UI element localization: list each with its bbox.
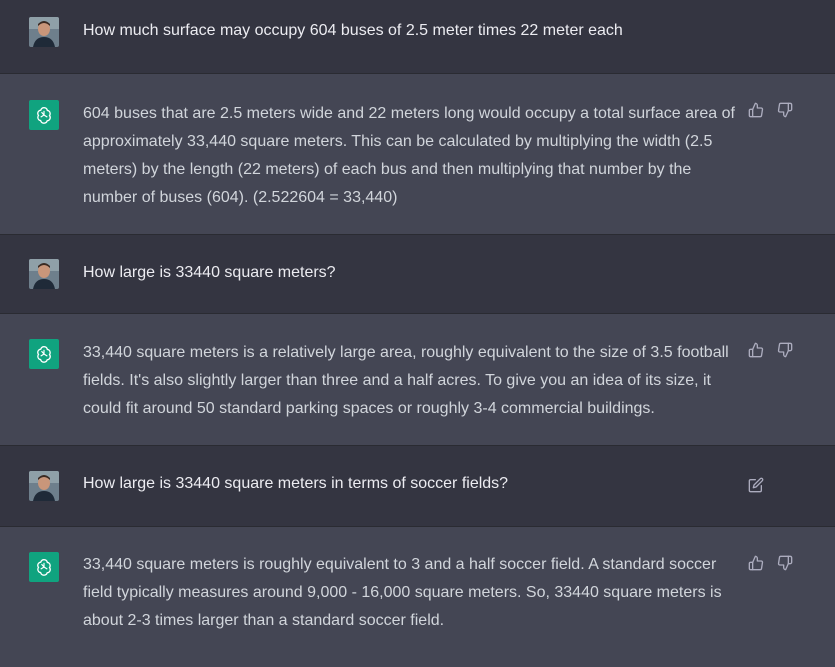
message-text: 33,440 square meters is a relatively lar… [83,344,729,417]
assistant-avatar [29,552,59,582]
user-avatar [29,471,59,501]
thumbs-up-icon[interactable] [748,102,764,118]
message-text: How much surface may occupy 604 buses of… [83,22,623,39]
thumbs-down-icon[interactable] [777,342,793,358]
message-text: 604 buses that are 2.5 meters wide and 2… [83,105,735,206]
openai-logo-icon [37,558,51,576]
message-assistant-2: 33,440 square meters is a relatively lar… [0,314,835,445]
message-text: 33,440 square meters is roughly equivale… [83,556,722,629]
thumbs-up-icon[interactable] [748,342,764,358]
assistant-avatar [29,339,59,369]
feedback-buttons [748,102,793,118]
feedback-buttons [748,342,793,358]
feedback-buttons [748,555,793,571]
message-text: How large is 33440 square meters? [83,264,336,281]
user-avatar-photo [29,259,59,289]
thumbs-down-icon[interactable] [777,555,793,571]
user-avatar [29,17,59,47]
user-avatar [29,259,59,289]
user-avatar-photo [29,471,59,501]
openai-logo-icon [37,106,51,124]
user-avatar-photo [29,17,59,47]
edit-button[interactable] [748,477,764,493]
message-user-2: How large is 33440 square meters? [0,235,835,313]
thumbs-up-icon[interactable] [748,555,764,571]
edit-icon [748,477,764,493]
openai-logo-icon [37,345,51,363]
message-text: How large is 33440 square meters in term… [83,475,509,492]
message-user-1: How much surface may occupy 604 buses of… [0,0,835,73]
message-assistant-1: 604 buses that are 2.5 meters wide and 2… [0,74,835,234]
message-assistant-3: 33,440 square meters is roughly equivale… [0,527,835,667]
thumbs-down-icon[interactable] [777,102,793,118]
assistant-avatar [29,100,59,130]
message-user-3: How large is 33440 square meters in term… [0,446,835,526]
